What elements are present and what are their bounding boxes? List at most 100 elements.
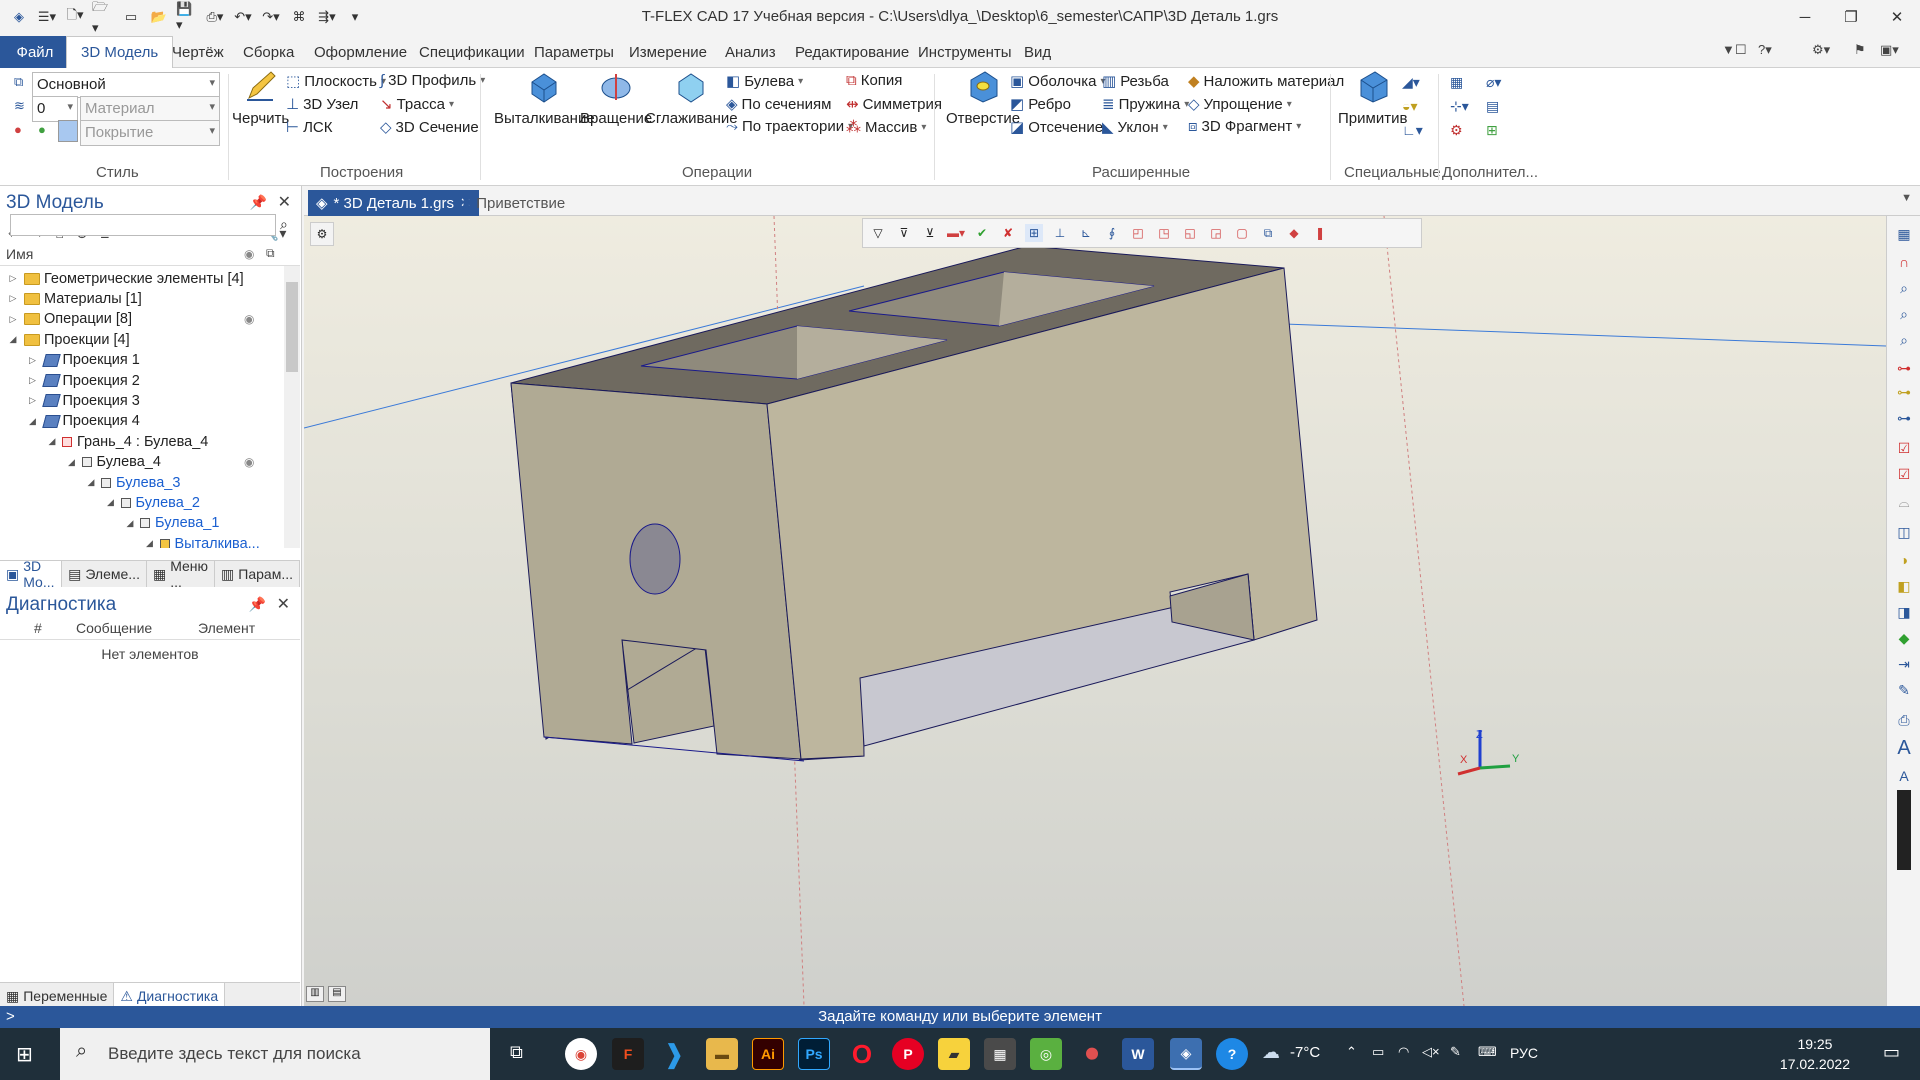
tab-specifications[interactable]: Спецификации	[405, 36, 539, 68]
extra-tool-2-icon[interactable]: ⊹▾	[1450, 98, 1469, 115]
thread-button[interactable]: ▥ Резьба	[1102, 72, 1169, 91]
shell-button[interactable]: ▣ Оболочка ▾	[1010, 72, 1105, 91]
expand-arrow-icon[interactable]: ◢	[104, 497, 118, 508]
minimize-button[interactable]: ─	[1782, 0, 1828, 34]
pen-icon[interactable]: ✎	[1450, 1044, 1461, 1060]
expand-arrow-icon[interactable]: ▷	[6, 293, 20, 304]
print-icon[interactable]: ⎙▾	[204, 6, 226, 28]
language-indicator[interactable]: РУС	[1510, 1045, 1538, 1061]
zoom-icon[interactable]: ⌕	[1894, 278, 1914, 298]
sheet-view-icon[interactable]: ◧	[1894, 576, 1914, 596]
material-combo[interactable]: Материал	[80, 96, 220, 122]
customize-icon[interactable]: ▾	[344, 6, 366, 28]
calculator-icon[interactable]: ▦	[984, 1038, 1016, 1070]
hole-button[interactable]: Отверстие	[946, 68, 1020, 127]
rib-button[interactable]: ◩ Ребро	[1010, 95, 1071, 114]
extra-tool-4-icon[interactable]: ⌀▾	[1486, 74, 1501, 91]
tflex-taskbar-icon[interactable]: ◈	[1170, 1038, 1202, 1070]
array-button[interactable]: ⁂ Массив ▾	[846, 118, 926, 137]
weather-temp[interactable]: -7°C	[1290, 1044, 1320, 1061]
volume-icon[interactable]: ◁×	[1422, 1044, 1440, 1060]
expand-arrow-icon[interactable]: ◢	[6, 334, 20, 345]
battery-icon[interactable]: ▭	[1372, 1044, 1384, 1060]
pin-icon[interactable]: 📌	[250, 194, 267, 211]
expand-arrow-icon[interactable]: ▷	[6, 314, 20, 325]
text-large-icon[interactable]: A	[1894, 738, 1914, 758]
text-small-icon[interactable]: A	[1894, 766, 1914, 786]
extra-tool-3-icon[interactable]: ⚙	[1450, 122, 1463, 139]
tab-drawing[interactable]: Чертёж	[158, 36, 238, 68]
smooth-button[interactable]: Сглаживание	[645, 68, 738, 127]
expand-arrow-icon[interactable]: ▷	[26, 375, 40, 386]
export-view-icon[interactable]: ⇥	[1894, 654, 1914, 674]
opera-icon[interactable]: O	[846, 1038, 878, 1070]
help-icon[interactable]: ?▾	[1758, 42, 1772, 58]
illustrator-icon[interactable]: Ai	[752, 1038, 784, 1070]
maximize-button[interactable]: ❐	[1828, 0, 1874, 34]
coating-combo[interactable]: Покрытие	[80, 120, 220, 146]
diag-pin-icon[interactable]: 📌	[249, 596, 266, 613]
path-button[interactable]: ↘ Трасса ▾	[380, 95, 454, 114]
select-ops-icon[interactable]: ◲	[1207, 224, 1225, 242]
select-vertices-icon[interactable]: ⊾	[1077, 224, 1095, 242]
sim-view-icon[interactable]: ◨	[1894, 602, 1914, 622]
zoom-fit-icon[interactable]: ⌕	[1894, 330, 1914, 350]
lcs-button[interactable]: ⊢ ЛСК	[286, 118, 333, 137]
expand-arrow-icon[interactable]: ▷	[26, 395, 40, 406]
visibility-icon[interactable]: ◉	[244, 312, 254, 326]
task-view-icon[interactable]: ⧉	[510, 1042, 523, 1063]
select-filter-icon[interactable]: ⊻	[921, 224, 939, 242]
section3d-button[interactable]: ◇ 3D Сечение	[380, 118, 479, 137]
recorder-icon[interactable]: ⏺	[1076, 1038, 1108, 1070]
glasses-2-icon[interactable]: ⊶	[1894, 382, 1914, 402]
boolean-button[interactable]: ◧ Булева ▾	[726, 72, 803, 91]
slope-button[interactable]: ◣ Уклон ▾	[1102, 118, 1168, 137]
chrome-icon[interactable]: ◉	[565, 1038, 597, 1070]
palette-icon[interactable]: ●	[38, 122, 46, 137]
search-icon[interactable]: ⌕	[280, 216, 288, 233]
select-assembly-icon[interactable]: ◆	[1285, 224, 1303, 242]
extra-tool-1-icon[interactable]: ▦	[1450, 74, 1463, 91]
column-options-icon[interactable]: ⧉	[266, 246, 275, 261]
tab-layout[interactable]: Оформление	[300, 36, 421, 68]
tree-item[interactable]: ◢ Выталкива...	[0, 531, 260, 548]
expand-arrow-icon[interactable]: ▷	[26, 355, 40, 366]
doc-tab-welcome[interactable]: ▮ Приветствие	[454, 190, 573, 216]
plane-view-icon[interactable]: ⌓	[1894, 492, 1914, 512]
3d-viewport[interactable]: Z Y X ⚙ ▥ ▤	[304, 216, 1886, 1006]
photoshop-icon[interactable]: Ps	[798, 1038, 830, 1070]
draw-button[interactable]: Черчить	[232, 68, 289, 127]
glasses-3-icon[interactable]: ⊶	[1894, 408, 1914, 428]
new-file-icon[interactable]: 🗋▾	[64, 6, 86, 28]
expand-arrow-icon[interactable]: ◢	[45, 436, 59, 447]
macro-icon[interactable]: ⌘	[288, 6, 310, 28]
tabs-dropdown-icon[interactable]: ▼	[1901, 192, 1912, 204]
node3d-button[interactable]: ⊥ 3D Узел	[286, 95, 358, 114]
select-curves-icon[interactable]: ∮	[1103, 224, 1121, 242]
symmetry-button[interactable]: ⇹ Симметрия	[846, 95, 942, 114]
fragment3d-button[interactable]: ⧈ 3D Фрагмент ▾	[1188, 118, 1301, 135]
tree-search-input[interactable]	[10, 214, 276, 236]
select-bodies-icon[interactable]: ◰	[1129, 224, 1147, 242]
color-icon[interactable]: ●	[14, 122, 22, 137]
select-groups-icon[interactable]: ⧉	[1259, 224, 1277, 242]
cut-button[interactable]: ◪ Отсечение	[1010, 118, 1103, 137]
single-view-icon[interactable]: ▤	[328, 986, 346, 1002]
select-all-icon[interactable]: ❚	[1311, 224, 1329, 242]
tray-up-icon[interactable]: ⌃	[1346, 1044, 1357, 1060]
tab-measure[interactable]: Измерение	[615, 36, 721, 68]
thickness-spinner[interactable]: 0	[32, 96, 78, 122]
check-view-2-icon[interactable]: ☑	[1894, 464, 1914, 484]
glasses-1-icon[interactable]: ⊶	[1894, 358, 1914, 378]
expand-arrow-icon[interactable]: ◢	[84, 477, 98, 488]
close-button[interactable]: ✕	[1874, 0, 1920, 34]
weather-icon[interactable]: ☁	[1262, 1042, 1280, 1063]
tab-parameters[interactable]: Параметры	[520, 36, 628, 68]
window-icon[interactable]: ▭	[120, 6, 142, 28]
check-view-1-icon[interactable]: ☑	[1894, 438, 1914, 458]
copy-button[interactable]: ⧉ Копия	[846, 72, 902, 89]
views-icon[interactable]: ▦	[1894, 224, 1914, 244]
spring-button[interactable]: ≣ Пружина ▾	[1102, 95, 1189, 114]
select-solids-icon[interactable]: ◱	[1181, 224, 1199, 242]
highlight-icon[interactable]: ▬▾	[947, 224, 965, 242]
